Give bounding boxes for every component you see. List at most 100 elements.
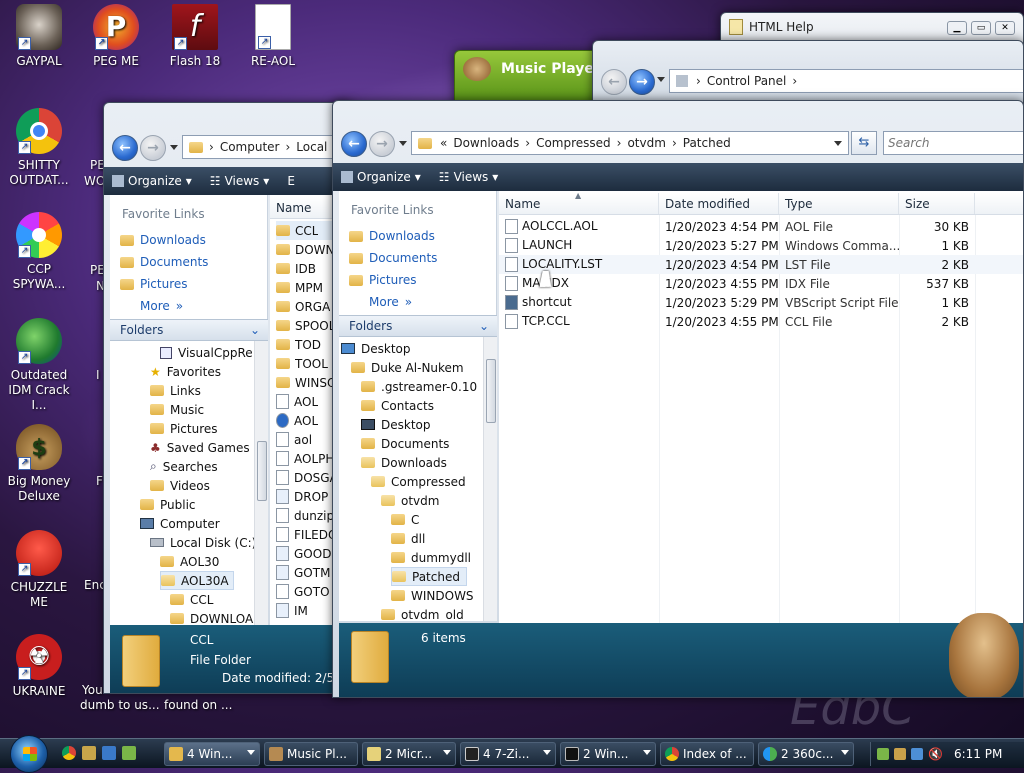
breadcrumb-computer[interactable]: Computer [220,140,280,154]
file-row[interactable]: LAUNCH 1/20/2023 5:27 PM Windows Comma... 1… [499,236,1023,255]
breadcrumb-otvdm[interactable]: otvdm [627,136,665,150]
favorite-link-pictures[interactable]: Pictures [339,269,496,291]
organize-button[interactable]: Organize ▾ [112,174,192,188]
tree-item[interactable]: CCL [170,590,213,609]
taskbar-button-360chrome[interactable]: 2 360c... [758,742,854,766]
file-row[interactable]: TCP.CCL 1/20/2023 4:55 PM CCL File 2 KB [499,312,1023,331]
column-type[interactable]: Type [779,193,899,214]
refresh-button[interactable]: ⇆ [851,131,877,155]
desktop-icon-peg-me[interactable]: P ↗ PEG ME [77,4,155,69]
desktop-icon-idm[interactable]: ↗ Outdated IDM Crack I... [0,318,78,413]
tree-item[interactable]: ♣ Saved Games [150,438,250,457]
forward-button[interactable]: → [140,135,166,161]
taskbar-button-windows-explorer[interactable]: 4 Win... [164,742,260,766]
tree-item[interactable]: VisualCppRe [160,343,253,362]
tree-item[interactable]: dummydll [391,548,471,567]
address-bar[interactable]: › Computer › Local D [182,135,352,159]
favorite-link-documents[interactable]: Documents [110,251,267,273]
tray-icon[interactable] [894,748,906,760]
folders-header[interactable]: Folders ⌄ [110,319,268,341]
extra-toolbar-button[interactable]: E [287,174,295,188]
desktop-icon-big-money[interactable]: $ ↗ Big Money Deluxe [0,424,78,504]
tree-item[interactable]: Links [150,381,201,400]
file-row[interactable]: shortcut 1/20/2023 5:29 PM VBScript Script… [499,293,1023,312]
tree-item[interactable]: Music [150,400,204,419]
minimize-button[interactable]: ▁ [947,21,967,35]
tree-item-selected[interactable]: Patched [391,567,467,586]
tree-item[interactable]: C [391,510,419,529]
taskbar-button-chrome[interactable]: Index of ... [660,742,754,766]
address-dropdown-icon[interactable] [834,141,842,146]
quick-launch-icon[interactable] [82,746,96,760]
back-button[interactable]: ← [112,135,138,161]
volume-icon[interactable]: 🔇 [928,747,943,761]
start-button[interactable] [10,735,48,773]
organize-button[interactable]: Organize ▾ [341,170,421,184]
tree-item[interactable]: AOL30 [160,552,219,571]
address-bar[interactable]: « Downloads › Compressed › otvdm › Patch… [411,131,849,155]
tree-item[interactable]: otvdm [381,491,439,510]
search-input[interactable] [888,133,1018,153]
tree-item[interactable]: .gstreamer-0.10 [361,377,477,396]
tree-item[interactable]: Compressed [371,472,466,491]
scrollbar-thumb[interactable] [486,359,496,423]
breadcrumb-downloads[interactable]: Downloads [453,136,519,150]
tree-scrollbar[interactable] [483,337,497,621]
tree-item[interactable]: Desktop [361,415,431,434]
taskbar-button-microsoft[interactable]: 2 Micr... [362,742,456,766]
favorite-link-downloads[interactable]: Downloads [339,225,496,247]
desktop-icon-re-aol[interactable]: ↗ RE-AOL [234,4,312,69]
tree-item[interactable]: Duke Al-Nukem [351,358,464,377]
tree-item[interactable]: WINDOWS [391,586,474,605]
favorite-link-pictures[interactable]: Pictures [110,273,267,295]
breadcrumb-control-panel[interactable]: Control Panel [707,74,787,88]
tree-item[interactable]: ⌕ Searches [150,457,218,476]
taskbar-button-command-prompt[interactable]: 2 Win... [560,742,656,766]
file-row[interactable]: LOCALITY.LST 1/20/2023 4:54 PM LST File 2 K… [499,255,1023,274]
column-date-modified[interactable]: Date modified [659,193,779,214]
scrollbar-thumb[interactable] [257,441,267,501]
tree-item[interactable]: Public [140,495,196,514]
tree-item-selected[interactable]: AOL30A [160,571,234,590]
tree-item[interactable]: dll [391,529,425,548]
chevron-down-icon[interactable] [170,145,178,150]
desktop-icon-flash[interactable]: f ↗ Flash 18 [156,4,234,69]
taskbar-button-music-player[interactable]: Music Pl... [264,742,358,766]
forward-button[interactable]: → [629,69,655,95]
favorite-link-documents[interactable]: Documents [339,247,496,269]
tree-item[interactable]: Pictures [150,419,218,438]
tree-item[interactable]: otvdm_old [381,605,464,621]
chevron-down-icon[interactable] [657,77,665,82]
more-link[interactable]: More » [339,291,496,313]
desktop-icon-chrome[interactable]: ↗ SHITTY OUTDAT... [0,108,78,188]
back-button[interactable]: ← [341,131,367,157]
forward-button[interactable]: → [369,131,395,157]
network-icon[interactable] [911,748,923,760]
left-explorer-window[interactable]: ← → › Computer › Local D Organize ▾ ☷ View… [103,102,353,694]
close-button[interactable]: ✕ [995,21,1015,35]
favorite-link-downloads[interactable]: Downloads [110,229,267,251]
tree-item[interactable]: DOWNLOA [170,609,253,625]
more-link[interactable]: More » [110,295,267,317]
quick-launch-icon[interactable] [122,746,136,760]
clock[interactable]: 6:11 PM [954,747,1002,761]
breadcrumb-compressed[interactable]: Compressed [536,136,611,150]
tree-item[interactable]: Downloads [361,453,447,472]
views-button[interactable]: ☷ Views ▾ [210,174,270,188]
tree-scrollbar[interactable] [254,341,268,625]
desktop-icon-chuzzle[interactable]: ↗ CHUZZLE ME [0,530,78,610]
tree-item[interactable]: Contacts [361,396,434,415]
desktop-icon-ccp-spyware[interactable]: ↗ CCP SPYWA... [0,212,78,292]
breadcrumb-patched[interactable]: Patched [683,136,731,150]
tree-item[interactable]: Desktop [341,339,411,358]
tray-icon[interactable] [877,748,889,760]
tree-item[interactable]: ★ Favorites [150,362,221,381]
desktop-icon-gaypal[interactable]: ↗ GAYPAL [0,4,78,69]
file-row[interactable]: AOLCCL.AOL 1/20/2023 4:54 PM AOL File 30 KB [499,217,1023,236]
folders-header[interactable]: Folders ⌄ [339,315,497,337]
show-desktop-icon[interactable] [102,746,116,760]
maximize-button[interactable]: ▭ [971,21,991,35]
views-button[interactable]: ☷ Views ▾ [439,170,499,184]
back-button[interactable]: ← [601,69,627,95]
tree-item[interactable]: Computer [140,514,220,533]
